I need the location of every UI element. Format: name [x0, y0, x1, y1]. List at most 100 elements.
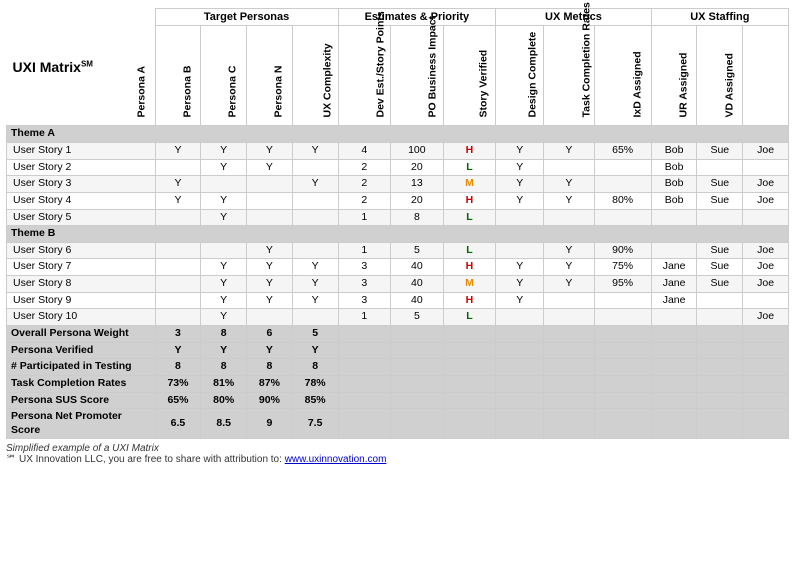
table-cell — [443, 359, 496, 376]
table-cell: 1 — [338, 242, 391, 259]
table-cell: 3 — [338, 259, 391, 276]
table-cell — [697, 325, 743, 342]
summary-row: Persona SUS Score65%80%90%85% — [7, 392, 789, 409]
table-cell: Y — [201, 309, 247, 326]
po-cell: L — [443, 309, 496, 326]
table-cell: Y — [247, 342, 293, 359]
table-cell — [651, 325, 697, 342]
table-cell: 87% — [247, 375, 293, 392]
table-row: User Story 4YY220HYY80%BobSueJoe — [7, 192, 789, 209]
table-cell: Y — [247, 259, 293, 276]
table-cell — [292, 309, 338, 326]
summary-row: Task Completion Rates73%81%87%78% — [7, 375, 789, 392]
table-cell — [443, 392, 496, 409]
table-cell: Sue — [697, 242, 743, 259]
col-vd-assigned: VD Assigned — [743, 26, 789, 126]
table-cell — [651, 242, 697, 259]
table-cell — [697, 392, 743, 409]
group-ux-metrics: UX Metrics — [496, 9, 651, 26]
table-cell: Y — [496, 259, 544, 276]
table-cell: Y — [155, 342, 201, 359]
table-cell — [338, 409, 391, 439]
table-cell — [155, 159, 201, 176]
table-cell: Y — [201, 209, 247, 226]
table-cell — [651, 409, 697, 439]
table-cell: Y — [544, 242, 594, 259]
table-cell: Jane — [651, 276, 697, 293]
table-cell — [496, 209, 544, 226]
table-cell: Joe — [743, 192, 789, 209]
table-cell — [155, 276, 201, 293]
table-cell: 6 — [247, 325, 293, 342]
story-name: User Story 1 — [7, 142, 156, 159]
po-cell: H — [443, 192, 496, 209]
table-cell — [496, 375, 544, 392]
table-cell — [651, 342, 697, 359]
table-cell — [544, 325, 594, 342]
table-cell: 95% — [594, 276, 651, 293]
summary-label: Persona Net Promoter Score — [7, 409, 156, 439]
table-cell: Y — [496, 276, 544, 293]
table-cell: Joe — [743, 276, 789, 293]
table-cell: Joe — [743, 142, 789, 159]
main-container: UXI MatrixSM Target Personas Estimates &… — [0, 0, 795, 473]
table-cell: Y — [292, 342, 338, 359]
table-cell: Y — [201, 276, 247, 293]
po-cell: L — [443, 242, 496, 259]
table-cell — [697, 159, 743, 176]
table-cell: 8 — [247, 359, 293, 376]
table-cell: 65% — [155, 392, 201, 409]
table-cell — [544, 392, 594, 409]
table-row: User Story 1YYYY4100HYY65%BobSueJoe — [7, 142, 789, 159]
table-cell: Y — [155, 176, 201, 193]
footer-link[interactable]: www.uxinnovation.com — [285, 454, 387, 465]
table-cell — [496, 242, 544, 259]
table-row: User Story 3YY213MYYBobSueJoe — [7, 176, 789, 193]
footer-simplified: Simplified example of a UXI Matrix — [6, 443, 789, 454]
table-cell: 81% — [201, 375, 247, 392]
table-cell: Y — [292, 276, 338, 293]
table-cell: 5 — [292, 325, 338, 342]
table-cell — [247, 209, 293, 226]
table-cell: Joe — [743, 309, 789, 326]
table-cell: Jane — [651, 259, 697, 276]
table-cell — [338, 325, 391, 342]
table-cell — [544, 409, 594, 439]
table-cell: 13 — [391, 176, 444, 193]
table-cell: 90% — [247, 392, 293, 409]
table-cell — [743, 159, 789, 176]
group-label-row: UXI MatrixSM Target Personas Estimates &… — [7, 9, 789, 26]
table-cell: 8 — [391, 209, 444, 226]
table-cell — [201, 242, 247, 259]
table-cell: Bob — [651, 176, 697, 193]
table-cell: 20 — [391, 192, 444, 209]
table-cell: Sue — [697, 192, 743, 209]
table-cell — [594, 342, 651, 359]
summary-label: Persona Verified — [7, 342, 156, 359]
group-target-personas: Target Personas — [155, 9, 338, 26]
table-cell — [651, 375, 697, 392]
title-superscript: SM — [81, 59, 93, 68]
table-cell — [391, 359, 444, 376]
table-cell — [391, 325, 444, 342]
table-cell: Y — [292, 142, 338, 159]
table-cell: 7.5 — [292, 409, 338, 439]
table-cell — [594, 159, 651, 176]
table-cell — [743, 359, 789, 376]
table-cell: 9 — [247, 409, 293, 439]
summary-label: Persona SUS Score — [7, 392, 156, 409]
table-cell — [743, 292, 789, 309]
summary-row: # Participated in Testing8888 — [7, 359, 789, 376]
table-cell — [391, 342, 444, 359]
table-cell — [743, 342, 789, 359]
table-cell: Y — [496, 192, 544, 209]
table-cell — [338, 375, 391, 392]
table-cell: Joe — [743, 242, 789, 259]
table-cell — [594, 309, 651, 326]
table-cell — [496, 309, 544, 326]
table-cell: 40 — [391, 259, 444, 276]
table-cell — [247, 176, 293, 193]
table-cell: Y — [247, 276, 293, 293]
table-cell — [443, 375, 496, 392]
table-cell — [201, 176, 247, 193]
